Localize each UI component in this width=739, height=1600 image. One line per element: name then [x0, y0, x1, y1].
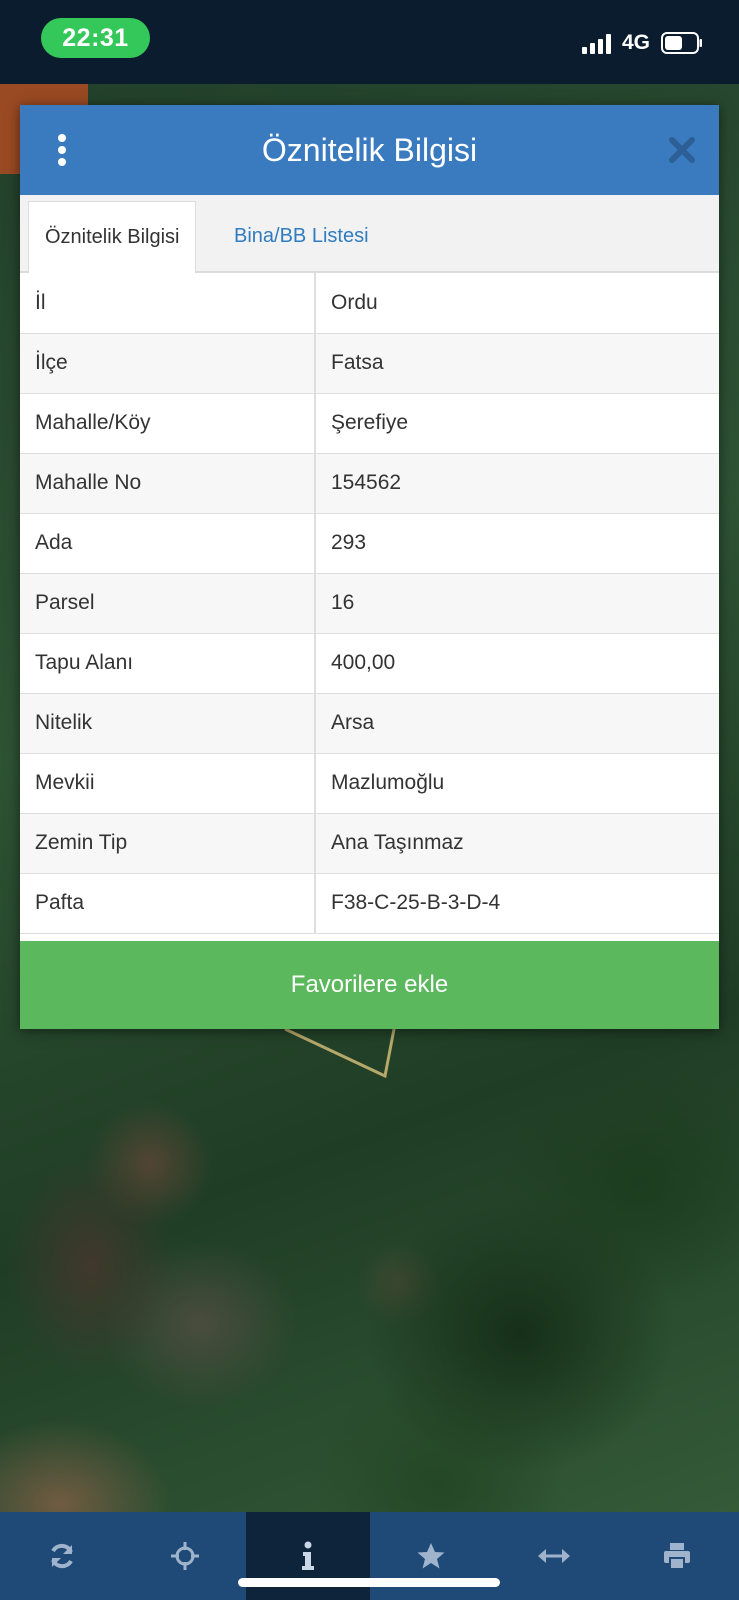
dialog-title: Öznitelik Bilgisi — [261, 131, 478, 168]
info-icon — [301, 1541, 314, 1570]
toolbar-measure-button[interactable] — [493, 1512, 616, 1600]
attribute-table: İl Ordu İlçe Fatsa Mahalle/Köy Şerefiye Mahall… — [20, 273, 719, 934]
measure-icon — [538, 1549, 571, 1563]
dialog-header: Öznitelik Bilgisi — [20, 105, 719, 195]
attribute-row: Zemin Tip Ana Taşınmaz — [20, 813, 719, 874]
add-favorites-button[interactable]: Favorilere ekle — [20, 941, 719, 1029]
star-icon — [417, 1543, 445, 1569]
attribute-key: Ada — [20, 513, 316, 574]
attribute-key: Mevkii — [20, 753, 316, 814]
attribute-value: 154562 — [315, 453, 719, 514]
tab-building-list[interactable]: Bina/BB Listesi — [218, 201, 385, 271]
refresh-icon — [50, 1543, 73, 1569]
home-indicator — [238, 1578, 500, 1587]
attribute-dialog: Öznitelik Bilgisi Öznitelik Bilgisi Bina… — [20, 105, 719, 1029]
attribute-row: İl Ordu — [20, 273, 719, 334]
attribute-row: Parsel 16 — [20, 573, 719, 634]
attribute-key: İlçe — [20, 333, 316, 394]
toolbar-print-button[interactable] — [616, 1512, 739, 1600]
attribute-value: F38-C-25-B-3-D-4 — [315, 873, 719, 934]
toolbar-locate-button[interactable] — [123, 1512, 246, 1600]
menu-dots-icon[interactable] — [50, 133, 74, 167]
attribute-value: 16 — [315, 573, 719, 634]
attribute-key: Pafta — [20, 873, 316, 934]
print-icon — [664, 1543, 691, 1570]
attribute-row: İlçe Fatsa — [20, 333, 719, 394]
tab-attribute-info[interactable]: Öznitelik Bilgisi — [28, 201, 197, 273]
attribute-value: Arsa — [315, 693, 719, 754]
attribute-row: Mahalle No 154562 — [20, 453, 719, 514]
attribute-key: Tapu Alanı — [20, 633, 316, 694]
signal-icon — [582, 34, 611, 54]
attribute-value: Ana Taşınmaz — [315, 813, 719, 874]
attribute-value: Ordu — [315, 273, 719, 334]
attribute-row: Tapu Alanı 400,00 — [20, 633, 719, 694]
attribute-key: Parsel — [20, 573, 316, 634]
status-time: 22:31 — [41, 18, 150, 58]
attribute-value: Mazlumoğlu — [315, 753, 719, 814]
tab-bar: Öznitelik Bilgisi Bina/BB Listesi — [20, 195, 719, 273]
attribute-value: 400,00 — [315, 633, 719, 694]
network-type: 4G — [622, 31, 651, 54]
attribute-value: 293 — [315, 513, 719, 574]
attribute-key: Mahalle/Köy — [20, 393, 316, 454]
attribute-row: Nitelik Arsa — [20, 693, 719, 754]
attribute-row: Mahalle/Köy Şerefiye — [20, 393, 719, 454]
attribute-key: Nitelik — [20, 693, 316, 754]
attribute-value: Şerefiye — [315, 393, 719, 454]
close-icon[interactable] — [667, 135, 697, 165]
status-bar: 22:31 4G — [0, 0, 739, 84]
attribute-value: Fatsa — [315, 333, 719, 394]
attribute-row: Ada 293 — [20, 513, 719, 574]
locate-icon — [170, 1542, 199, 1570]
attribute-row: Mevkii Mazlumoğlu — [20, 753, 719, 814]
battery-icon — [661, 32, 702, 54]
attribute-key: Mahalle No — [20, 453, 316, 514]
attribute-row: Pafta F38-C-25-B-3-D-4 — [20, 873, 719, 934]
attribute-key: İl — [20, 273, 316, 334]
toolbar-refresh-button[interactable] — [0, 1512, 123, 1600]
attribute-key: Zemin Tip — [20, 813, 316, 874]
